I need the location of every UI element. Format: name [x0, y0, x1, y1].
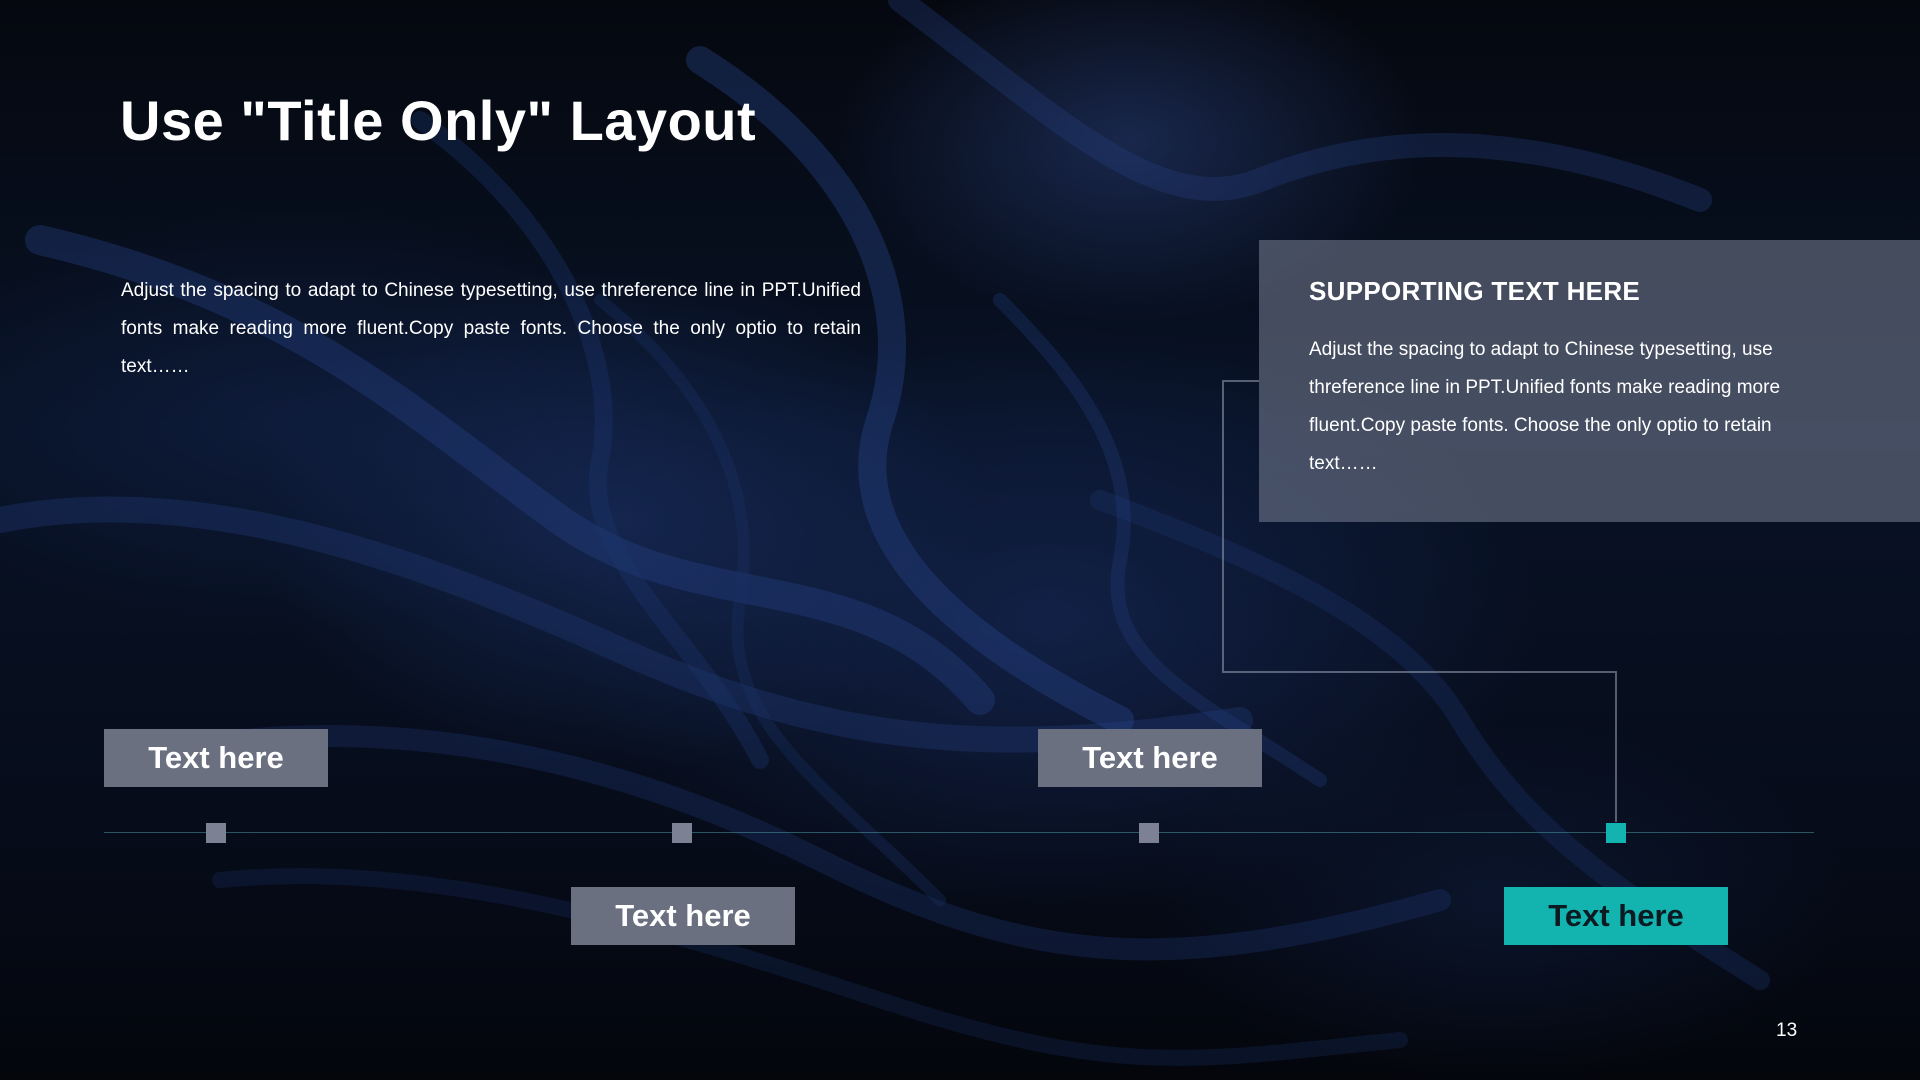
- page-number: 13: [1776, 1020, 1798, 1041]
- timeline-line: [104, 832, 1814, 833]
- supporting-body: Adjust the spacing to adapt to Chinese t…: [1309, 339, 1781, 474]
- timeline-marker-1: [206, 823, 226, 843]
- timeline-label-1: Text here: [104, 729, 328, 787]
- supporting-title: SUPPORTING TEXT HERE: [1309, 276, 1641, 306]
- timeline-label-2: Text here: [571, 887, 795, 945]
- timeline-label-3: Text here: [1038, 729, 1262, 787]
- intro-paragraph: Adjust the spacing to adapt to Chinese t…: [121, 280, 861, 377]
- timeline-marker-4: [1606, 823, 1626, 843]
- timeline-marker-2: [672, 823, 692, 843]
- timeline-marker-3: [1139, 823, 1159, 843]
- slide-title: Use "Title Only" Layout: [120, 89, 757, 152]
- supporting-text-box: SUPPORTING TEXT HERE Adjust the spacing …: [1259, 240, 1920, 522]
- timeline-label-4: Text here: [1504, 887, 1728, 945]
